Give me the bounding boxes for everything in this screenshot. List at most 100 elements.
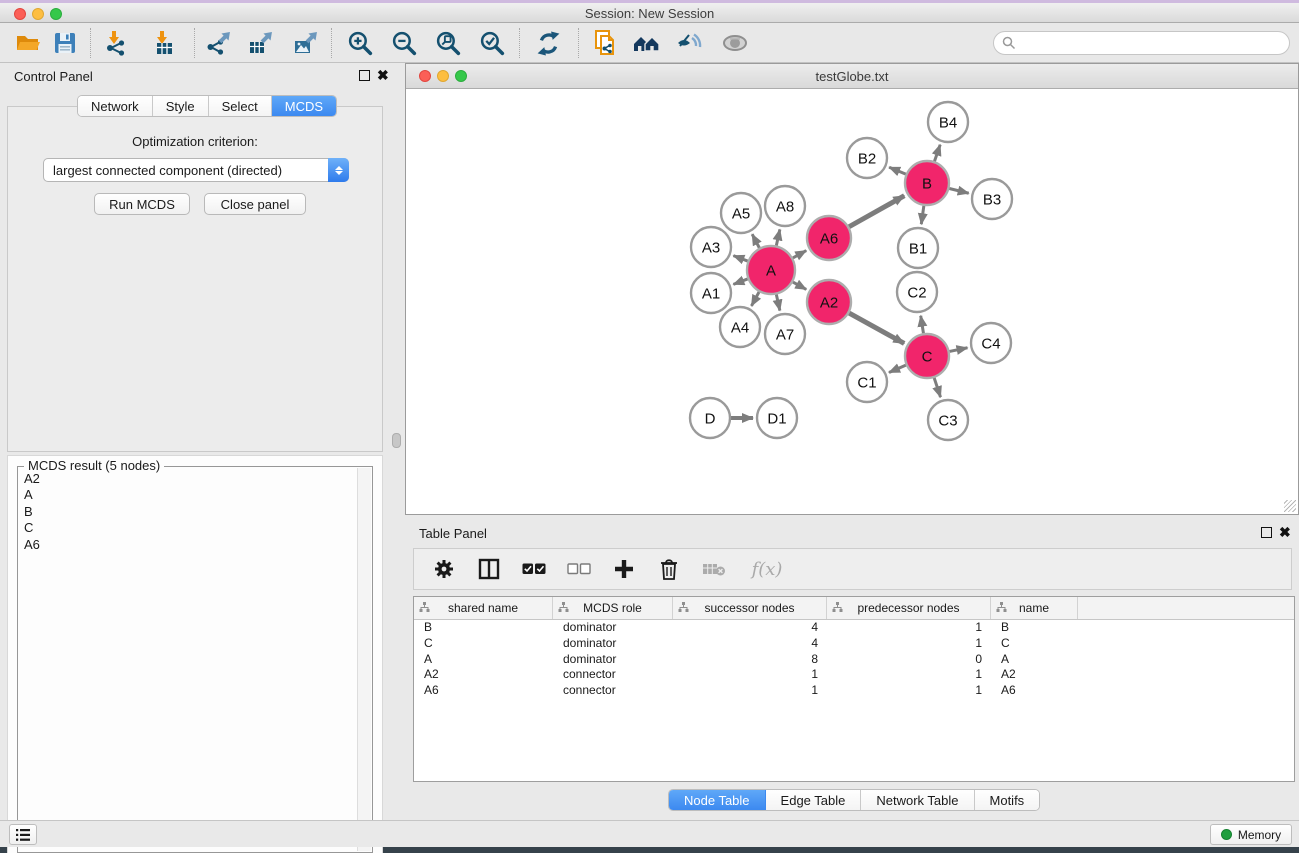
column-header-predecessor-nodes[interactable]: predecessor nodes bbox=[827, 597, 991, 619]
graph-edge-A-A2[interactable] bbox=[793, 282, 806, 289]
graph-node-A[interactable]: A bbox=[747, 246, 795, 294]
unselect-all-columns-button[interactable] bbox=[567, 556, 591, 582]
graph-node-B2[interactable]: B2 bbox=[847, 138, 887, 178]
network-canvas[interactable]: A A1 A2 A3 A4 A5 A6 A7 A8 B B1 B2 B3B4 C C1 C2 C3C4 D D1 bbox=[406, 89, 1298, 514]
export-table-button[interactable] bbox=[243, 26, 279, 60]
select-all-columns-button[interactable] bbox=[522, 556, 546, 582]
graph-node-A5[interactable]: A5 bbox=[721, 193, 761, 233]
network-window-titlebar[interactable]: testGlobe.txt bbox=[406, 64, 1298, 89]
graph-edge-A-A8[interactable] bbox=[776, 229, 780, 245]
graph-node-A4[interactable]: A4 bbox=[720, 307, 760, 347]
graph-node-C[interactable]: C bbox=[905, 334, 949, 378]
graph-edge-B-B2[interactable] bbox=[889, 167, 906, 174]
close-panel-icon[interactable]: ✖ bbox=[377, 67, 389, 83]
graph-node-C3[interactable]: C3 bbox=[928, 400, 968, 440]
create-column-button[interactable] bbox=[612, 556, 636, 582]
refresh-button[interactable] bbox=[530, 26, 566, 60]
float-panel-icon[interactable] bbox=[359, 70, 370, 81]
graph-node-B1[interactable]: B1 bbox=[898, 228, 938, 268]
tab-style[interactable]: Style bbox=[153, 96, 209, 116]
graph-edge-C-C3[interactable] bbox=[934, 378, 940, 397]
graphics-details-button[interactable] bbox=[672, 26, 708, 60]
graph-edge-B-B1[interactable] bbox=[921, 206, 924, 224]
mcds-result-item[interactable]: A2 bbox=[19, 471, 357, 487]
mcds-result-item[interactable]: A6 bbox=[19, 537, 357, 553]
graph-edge-A-A4[interactable] bbox=[751, 292, 759, 306]
close-panel-icon[interactable]: ✖ bbox=[1279, 524, 1291, 540]
graph-node-C4[interactable]: C4 bbox=[971, 323, 1011, 363]
graph-edge-A6-B[interactable] bbox=[849, 196, 904, 227]
zoom-out-button[interactable] bbox=[386, 26, 422, 60]
tab-network[interactable]: Network bbox=[78, 96, 153, 116]
tab-network-table[interactable]: Network Table bbox=[861, 790, 974, 810]
result-list-scrollbar[interactable] bbox=[357, 468, 371, 851]
graph-node-A1[interactable]: A1 bbox=[691, 273, 731, 313]
graph-node-A2[interactable]: A2 bbox=[807, 280, 851, 324]
import-network-button[interactable] bbox=[97, 26, 133, 60]
graph-edge-B-B3[interactable] bbox=[949, 188, 968, 193]
graph-edge-A2-C[interactable] bbox=[849, 313, 904, 343]
table-row[interactable]: Cdominator41C bbox=[414, 636, 1294, 652]
export-network-button[interactable] bbox=[201, 26, 237, 60]
graph-edge-A-A5[interactable] bbox=[752, 234, 759, 248]
column-header-successor-nodes[interactable]: successor nodes bbox=[673, 597, 827, 619]
graph-node-A8[interactable]: A8 bbox=[765, 186, 805, 226]
graph-node-C1[interactable]: C1 bbox=[847, 362, 887, 402]
mcds-result-item[interactable]: B bbox=[19, 504, 357, 520]
home-view-button[interactable] bbox=[629, 26, 665, 60]
graph-edge-A-A6[interactable] bbox=[793, 251, 806, 258]
graph-node-D1[interactable]: D1 bbox=[757, 398, 797, 438]
duplicate-network-button[interactable] bbox=[588, 26, 624, 60]
show-hide-button[interactable] bbox=[717, 26, 753, 60]
mcds-result-item[interactable]: A bbox=[19, 487, 357, 503]
graph-edge-A-A3[interactable] bbox=[733, 256, 747, 261]
graph-node-C2[interactable]: C2 bbox=[897, 272, 937, 312]
column-header-MCDS-role[interactable]: MCDS role bbox=[553, 597, 673, 619]
search-field[interactable] bbox=[993, 31, 1290, 55]
zoom-selected-button[interactable] bbox=[474, 26, 510, 60]
tab-mcds[interactable]: MCDS bbox=[272, 96, 336, 116]
save-session-button[interactable] bbox=[47, 26, 83, 60]
graph-edge-B-B4[interactable] bbox=[934, 145, 940, 162]
graph-edge-C-C4[interactable] bbox=[950, 348, 968, 352]
open-session-button[interactable] bbox=[10, 26, 46, 60]
graph-node-B3[interactable]: B3 bbox=[972, 179, 1012, 219]
network-graph[interactable]: A A1 A2 A3 A4 A5 A6 A7 A8 B B1 B2 B3B4 C C1 C2 C3C4 D D1 bbox=[406, 89, 1298, 514]
table-row[interactable]: Bdominator41B bbox=[414, 620, 1294, 636]
run-mcds-button[interactable]: Run MCDS bbox=[94, 193, 190, 215]
mcds-result-item[interactable]: C bbox=[19, 520, 357, 536]
import-table-button[interactable] bbox=[145, 26, 181, 60]
table-options-button[interactable] bbox=[432, 556, 456, 582]
close-panel-button[interactable]: Close panel bbox=[204, 193, 306, 215]
zoom-fit-button[interactable] bbox=[430, 26, 466, 60]
show-column-button[interactable] bbox=[477, 556, 501, 582]
column-header-shared-name[interactable]: shared name bbox=[414, 597, 553, 619]
graph-edge-A-A1[interactable] bbox=[733, 279, 747, 284]
search-input[interactable] bbox=[1016, 36, 1289, 50]
graph-node-A3[interactable]: A3 bbox=[691, 227, 731, 267]
graph-edge-A-A7[interactable] bbox=[776, 294, 780, 310]
delete-column-button[interactable] bbox=[657, 556, 681, 582]
table-row[interactable]: A6connector11A6 bbox=[414, 683, 1294, 699]
zoom-in-button[interactable] bbox=[342, 26, 378, 60]
graph-edge-C-C2[interactable] bbox=[921, 316, 924, 334]
tab-motifs[interactable]: Motifs bbox=[975, 790, 1040, 810]
graph-node-A7[interactable]: A7 bbox=[765, 314, 805, 354]
table-row[interactable]: A2connector11A2 bbox=[414, 667, 1294, 683]
tab-select[interactable]: Select bbox=[209, 96, 272, 116]
table-row[interactable]: Adominator80A bbox=[414, 652, 1294, 668]
tab-edge-table[interactable]: Edge Table bbox=[766, 790, 862, 810]
column-header-name[interactable]: name bbox=[991, 597, 1078, 619]
task-history-button[interactable] bbox=[9, 824, 37, 845]
tab-node-table[interactable]: Node Table bbox=[669, 790, 766, 810]
window-resize-grip[interactable] bbox=[1284, 500, 1296, 512]
graph-node-A6[interactable]: A6 bbox=[807, 216, 851, 260]
export-image-button[interactable] bbox=[288, 26, 324, 60]
graph-node-B[interactable]: B bbox=[905, 161, 949, 205]
control-panel-scrollbar-thumb[interactable] bbox=[392, 433, 401, 448]
graph-node-D[interactable]: D bbox=[690, 398, 730, 438]
float-panel-icon[interactable] bbox=[1261, 527, 1272, 538]
graph-edge-C-C1[interactable] bbox=[889, 365, 906, 372]
graph-node-B4[interactable]: B4 bbox=[928, 102, 968, 142]
optimization-select[interactable]: largest connected component (directed) bbox=[43, 158, 349, 182]
